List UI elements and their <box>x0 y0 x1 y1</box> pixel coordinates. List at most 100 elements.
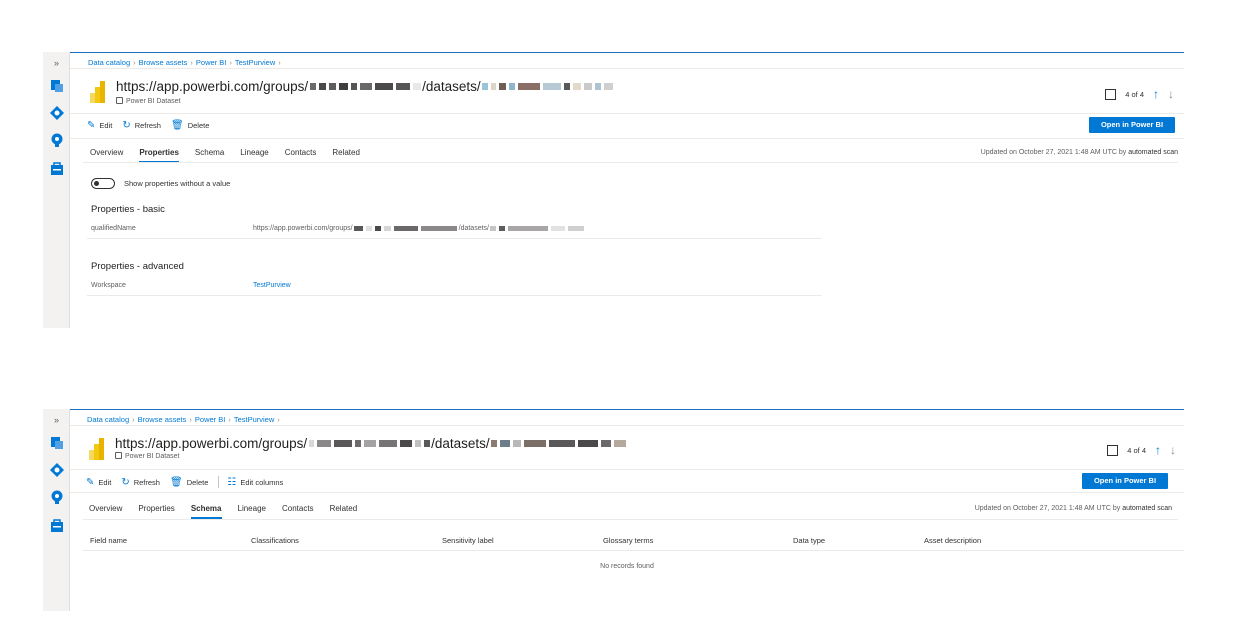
pencil-icon: ✎ <box>86 476 95 488</box>
left-rail: » <box>43 52 70 328</box>
next-arrow-icon[interactable]: ↓ <box>1168 87 1174 101</box>
edit-label: Edit <box>98 477 112 487</box>
redacted-block <box>614 440 627 447</box>
redacted-block <box>499 226 506 231</box>
breadcrumb-power-bi[interactable]: Power BI <box>195 415 225 424</box>
redacted-block <box>384 226 392 231</box>
column-data-type[interactable]: Data type <box>793 536 825 545</box>
breadcrumb-divider <box>70 68 1184 69</box>
power-bi-icon <box>90 81 105 103</box>
tab-schema[interactable]: Schema <box>195 148 224 163</box>
asset-panel-schema: » Data catalog › Browse assets › Power BI › Te… <box>43 409 1184 611</box>
expand-rail-button[interactable]: » <box>43 413 70 427</box>
redacted-block <box>395 83 410 90</box>
delete-button[interactable]: 🗑 Delete <box>171 120 209 131</box>
column-classifications[interactable]: Classifications <box>251 536 299 545</box>
redacted-block <box>543 83 562 90</box>
show-empty-properties-toggle[interactable] <box>91 178 115 189</box>
updated-info: Updated on October 27, 2021 1:48 AM UTC … <box>981 149 1178 156</box>
edit-columns-button[interactable]: ☷ Edit columns <box>227 477 283 488</box>
breadcrumb-divider <box>70 425 1184 426</box>
tab-overview[interactable]: Overview <box>89 504 122 519</box>
tab-related[interactable]: Related <box>332 148 360 163</box>
redacted-block <box>309 83 316 90</box>
column-asset-description[interactable]: Asset description <box>924 536 981 545</box>
tab-overview[interactable]: Overview <box>90 148 123 163</box>
expand-rail-button[interactable]: » <box>43 56 70 70</box>
title-divider <box>70 113 1184 114</box>
insights-icon[interactable] <box>50 133 64 147</box>
redacted-block <box>490 226 497 231</box>
next-arrow-icon[interactable]: ↓ <box>1170 443 1176 457</box>
column-field-name[interactable]: Field name <box>90 536 127 545</box>
tab-bar: Overview Properties Schema Lineage Conta… <box>89 504 373 519</box>
breadcrumb-browse-assets[interactable]: Browse assets <box>139 58 188 67</box>
command-bar: ✎ Edit ↻ Refresh 🗑 Delete <box>87 120 219 131</box>
previous-arrow-icon[interactable]: ↑ <box>1155 443 1161 457</box>
redacted-block <box>338 83 348 90</box>
asset-panel-properties: » Data catalog › Browse assets › Power BI › Te… <box>43 52 1184 328</box>
tab-properties[interactable]: Properties <box>139 148 179 163</box>
tab-schema[interactable]: Schema <box>190 504 222 519</box>
refresh-button[interactable]: ↻ Refresh <box>121 477 160 488</box>
previous-arrow-icon[interactable]: ↑ <box>1153 87 1159 101</box>
redacted-block <box>604 83 614 90</box>
breadcrumb-testpurview[interactable]: TestPurview <box>235 58 275 67</box>
insights-icon[interactable] <box>50 490 64 504</box>
property-row-divider <box>87 295 822 296</box>
open-in-power-bi-button[interactable]: Open in Power BI <box>1082 473 1168 489</box>
workspace-link[interactable]: TestPurview <box>253 282 291 289</box>
redacted-block <box>394 226 419 231</box>
tab-contacts[interactable]: Contacts <box>282 504 314 519</box>
edit-button[interactable]: ✎ Edit <box>87 120 112 131</box>
select-checkbox[interactable] <box>1105 88 1117 100</box>
edit-button[interactable]: ✎ Edit <box>86 477 111 488</box>
tab-lineage[interactable]: Lineage <box>240 148 268 163</box>
delete-button[interactable]: 🗑 Delete <box>170 477 208 488</box>
breadcrumb-browse-assets[interactable]: Browse assets <box>138 415 187 424</box>
select-checkbox[interactable] <box>1107 444 1119 456</box>
tab-lineage[interactable]: Lineage <box>238 504 266 519</box>
breadcrumb-data-catalog[interactable]: Data catalog <box>87 415 129 424</box>
breadcrumb-power-bi[interactable]: Power BI <box>196 58 226 67</box>
toolbar-divider <box>70 492 1184 493</box>
data-map-icon[interactable] <box>50 106 64 120</box>
toolbar-separator <box>218 476 220 488</box>
asset-title: https://app.powerbi.com/groups/ /dataset… <box>115 436 628 451</box>
redacted-block <box>508 226 549 231</box>
data-catalog-icon[interactable] <box>50 79 64 93</box>
result-navigator: 4 of 4 ↑ ↓ <box>1105 87 1174 101</box>
result-count: 4 of 4 <box>1125 89 1144 99</box>
tab-contacts[interactable]: Contacts <box>285 148 317 163</box>
data-map-icon[interactable] <box>50 463 64 477</box>
updated-text: Updated on October 27, 2021 1:48 AM UTC … <box>974 505 1121 512</box>
breadcrumb-testpurview[interactable]: TestPurview <box>234 415 274 424</box>
workspace-key: Workspace <box>91 282 126 289</box>
management-icon[interactable] <box>50 162 64 176</box>
toggle-label: Show properties without a value <box>124 179 231 188</box>
redacted-block <box>366 226 373 231</box>
open-in-power-bi-button[interactable]: Open in Power BI <box>1089 117 1175 133</box>
redacted-block <box>573 83 582 90</box>
asset-title-mid: /datasets/ <box>431 436 490 451</box>
column-glossary-terms[interactable]: Glossary terms <box>603 536 653 545</box>
asset-type: Power BI Dataset <box>115 452 179 460</box>
column-sensitivity-label[interactable]: Sensitivity label <box>442 536 494 545</box>
refresh-button[interactable]: ↻ Refresh <box>122 120 161 131</box>
tab-properties[interactable]: Properties <box>138 504 174 519</box>
tab-bar: Overview Properties Schema Lineage Conta… <box>90 148 376 163</box>
asset-type: Power BI Dataset <box>116 97 180 105</box>
command-bar: ✎ Edit ↻ Refresh 🗑 Delete ☷ Edit columns <box>86 476 293 488</box>
tab-related[interactable]: Related <box>330 504 358 519</box>
asset-type-label: Power BI Dataset <box>125 453 180 460</box>
management-icon[interactable] <box>50 519 64 533</box>
asset-title-prefix: https://app.powerbi.com/groups/ <box>115 436 308 451</box>
data-catalog-icon[interactable] <box>50 436 64 450</box>
breadcrumb-data-catalog[interactable]: Data catalog <box>88 58 130 67</box>
trash-icon: 🗑 <box>170 120 184 131</box>
redacted-block <box>423 440 430 447</box>
breadcrumb-separator: › <box>278 58 281 67</box>
delete-label: Delete <box>186 477 209 487</box>
power-bi-icon <box>89 438 104 460</box>
redacted-block <box>551 226 566 231</box>
